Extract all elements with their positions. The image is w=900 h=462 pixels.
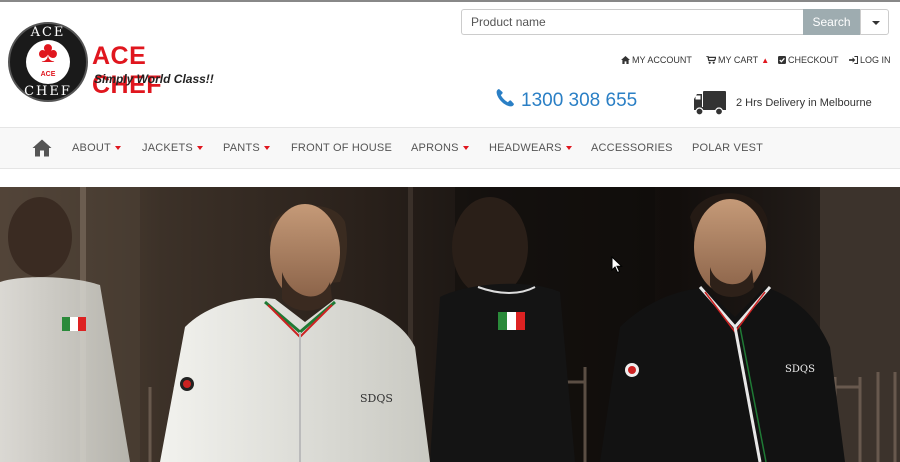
caret-down-icon xyxy=(196,146,203,151)
check-square-icon xyxy=(778,56,786,64)
checkout-link[interactable]: CHECKOUT xyxy=(778,55,839,65)
search-input[interactable] xyxy=(461,9,803,35)
club-icon: ♣ xyxy=(38,36,58,69)
caret-down-icon xyxy=(462,146,469,151)
login-link[interactable]: LOG IN xyxy=(849,55,891,65)
nav-item-label: PANTS xyxy=(223,142,260,154)
brand-name: ACE CHEF xyxy=(92,42,163,99)
brand-logo[interactable]: ACE ♣ ACE CHEF ACE CHEF Simply World Cla… xyxy=(8,22,223,104)
nav-item-label: HEADWEARS xyxy=(489,142,562,154)
caret-down-icon xyxy=(263,146,270,151)
sign-in-icon xyxy=(849,55,859,65)
search-button[interactable]: Search xyxy=(803,9,860,35)
home-icon[interactable] xyxy=(32,139,52,157)
truck-icon xyxy=(694,91,726,116)
my-cart-link[interactable]: MY CART ▲ xyxy=(706,55,769,65)
nav-item-about[interactable]: ABOUT xyxy=(72,142,121,154)
nav-item-label: APRONS xyxy=(411,142,459,154)
hero-photo: SDQS SDQS xyxy=(0,187,900,462)
jacket-text-right: SDQS xyxy=(785,364,815,375)
caret-down-icon xyxy=(565,146,572,151)
cart-icon xyxy=(706,55,717,64)
nav-item-label: ABOUT xyxy=(72,142,111,154)
my-account-link[interactable]: MY ACCOUNT xyxy=(621,55,692,65)
my-account-label: MY ACCOUNT xyxy=(632,55,692,65)
search-bar: Search xyxy=(461,9,889,35)
delivery-info: 2 Hrs Delivery in Melbourne xyxy=(736,97,872,109)
spacer xyxy=(0,169,900,187)
nav-item-pants[interactable]: PANTS xyxy=(223,142,270,154)
nav-item-aprons[interactable]: APRONS xyxy=(411,142,469,154)
phone-icon xyxy=(496,89,514,107)
nav-item-label: ACCESSORIES xyxy=(591,142,673,154)
logo-bottom-text: CHEF xyxy=(24,84,72,99)
search-dropdown-toggle[interactable] xyxy=(860,9,889,35)
mouse-cursor-icon xyxy=(611,256,623,274)
main-navbar: ABOUT JACKETS PANTS FRONT OF HOUSE APRON… xyxy=(0,127,900,169)
nav-item-accessories[interactable]: ACCESSORIES xyxy=(591,142,673,154)
cart-caret-icon: ▲ xyxy=(761,56,770,65)
nav-item-jackets[interactable]: JACKETS xyxy=(142,142,203,154)
phone-number[interactable]: 1300 308 655 xyxy=(521,90,637,112)
checkout-label: CHECKOUT xyxy=(788,55,839,65)
nav-item-polar-vest[interactable]: POLAR VEST xyxy=(692,142,763,154)
top-border xyxy=(0,0,900,2)
my-cart-label: MY CART xyxy=(718,55,759,65)
hero-banner[interactable]: SDQS SDQS xyxy=(0,187,900,462)
nav-item-label: POLAR VEST xyxy=(692,142,764,154)
nav-item-label: FRONT OF HOUSE xyxy=(291,142,392,154)
jacket-text-left: SDQS xyxy=(360,392,393,405)
brand-tagline: Simply World Class!! xyxy=(94,72,214,86)
caret-down-icon xyxy=(114,146,121,151)
home-icon xyxy=(621,56,630,64)
login-label: LOG IN xyxy=(860,55,891,65)
nav-item-label: JACKETS xyxy=(142,142,193,154)
logo-mini-text: ACE xyxy=(40,71,56,78)
nav-item-headwears[interactable]: HEADWEARS xyxy=(489,142,572,154)
nav-item-front-of-house[interactable]: FRONT OF HOUSE xyxy=(291,142,392,154)
logo-emblem: ACE ♣ ACE CHEF xyxy=(8,22,88,102)
